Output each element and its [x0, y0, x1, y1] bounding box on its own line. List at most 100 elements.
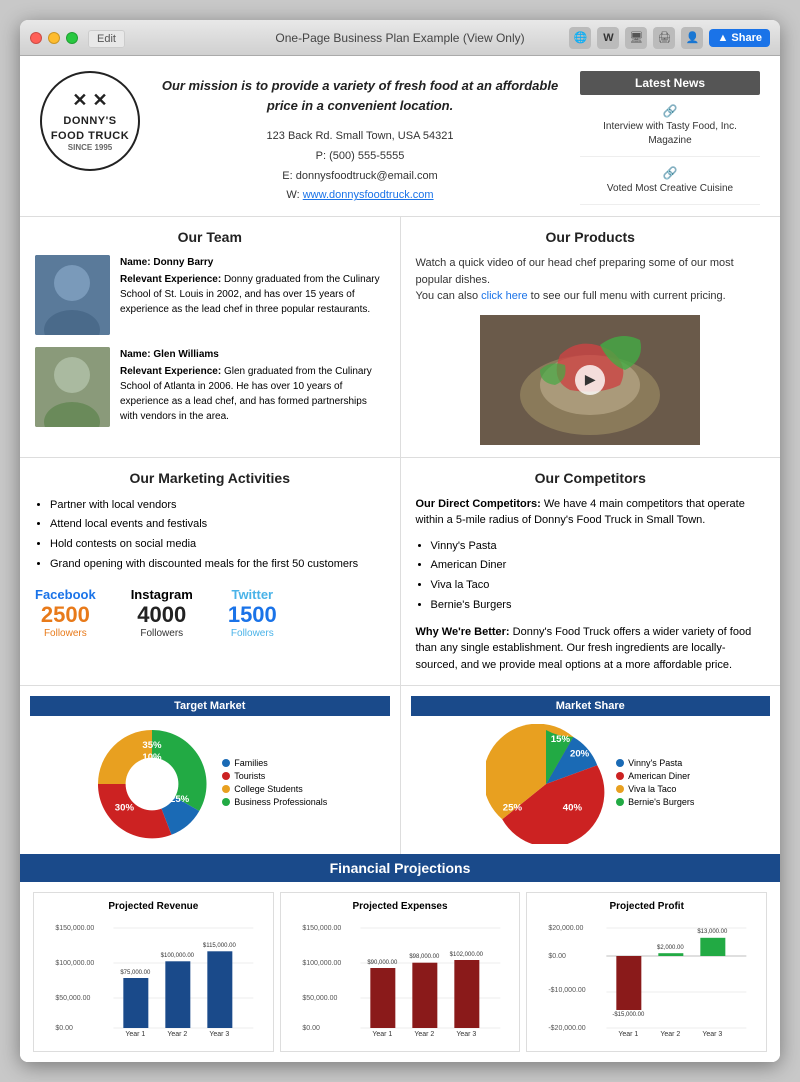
titlebar: Edit One-Page Business Plan Example (Vie…: [20, 20, 780, 56]
company-logo: ✕ ✕ DONNY'SFOOD TRUCK SINCE 1995: [40, 71, 140, 171]
app-window: Edit One-Page Business Plan Example (Vie…: [20, 20, 780, 1062]
legend-dot-families: [222, 759, 230, 767]
exp-label-2: Relevant Experience:: [120, 366, 221, 377]
svg-text:$90,000.00: $90,000.00: [367, 960, 398, 966]
svg-text:Year 2: Year 2: [414, 1031, 434, 1038]
monitor-icon[interactable]: 🖥: [625, 27, 647, 49]
w-icon[interactable]: W: [597, 27, 619, 49]
svg-text:$13,000.00: $13,000.00: [698, 929, 729, 935]
twitter-stats: Twitter 1500 Followers: [228, 587, 277, 639]
svg-text:$100,000.00: $100,000.00: [161, 953, 195, 959]
profit-bar-chart: $20,000.00 $0.00 -$10,000.00 -$20,000.00…: [535, 920, 758, 1040]
legend-label-tourists: Tourists: [234, 771, 265, 781]
legend-label-bizprof: Business Professionals: [234, 797, 327, 807]
person-icon[interactable]: 👤: [681, 27, 703, 49]
video-thumbnail[interactable]: ▶: [480, 315, 700, 445]
revenue-chart: Projected Revenue $150,000.00 $100,000.0…: [33, 892, 274, 1052]
legend-tourists: Tourists: [222, 771, 327, 781]
svg-text:Year 2: Year 2: [167, 1031, 187, 1038]
svg-text:$2,000.00: $2,000.00: [657, 945, 684, 951]
window-title: One-Page Business Plan Example (View Onl…: [275, 31, 524, 45]
legend-dot-tourists: [222, 772, 230, 780]
link-icon-2: 🔗: [585, 165, 755, 182]
news-text-2: Voted Most Creative Cuisine: [585, 182, 755, 196]
page-content: ✕ ✕ DONNY'SFOOD TRUCK SINCE 1995 Our mis…: [20, 56, 780, 1062]
svg-text:$0.00: $0.00: [55, 1025, 73, 1032]
legend-dot-bizprof: [222, 798, 230, 806]
svg-text:10%: 10%: [143, 752, 163, 763]
legend-college: College Students: [222, 784, 327, 794]
phone: P: (500) 555-5555: [160, 147, 560, 167]
news-item-1: 🔗 Interview with Tasty Food, Inc. Magazi…: [580, 95, 760, 157]
edit-button[interactable]: Edit: [88, 30, 125, 48]
svg-text:Year 3: Year 3: [209, 1031, 229, 1038]
competitors-list: Vinny's Pasta American Diner Viva la Tac…: [416, 537, 766, 616]
instagram-label: Instagram: [131, 587, 193, 602]
close-button[interactable]: [30, 32, 42, 44]
news-item-2: 🔗 Voted Most Creative Cuisine: [580, 157, 760, 205]
menu-link[interactable]: click here: [481, 290, 527, 302]
activity-4: Grand opening with discounted meals for …: [50, 555, 385, 575]
activity-1: Partner with local vendors: [50, 496, 385, 516]
activity-3: Hold contests on social media: [50, 535, 385, 555]
svg-text:$75,000.00: $75,000.00: [120, 970, 151, 976]
svg-text:Year 3: Year 3: [456, 1031, 476, 1038]
social-stats: Facebook 2500 Followers Instagram 4000 F…: [35, 587, 385, 639]
team-member-1: Name: Donny Barry Relevant Experience: D…: [35, 255, 385, 335]
legend-label-families: Families: [234, 758, 268, 768]
competitor-4: Bernie's Burgers: [431, 596, 766, 616]
svg-text:$115,000.00: $115,000.00: [203, 943, 237, 949]
competitor-2: American Diner: [431, 556, 766, 576]
logo-since: SINCE 1995: [68, 143, 112, 153]
svg-text:20%: 20%: [570, 749, 590, 760]
svg-text:$20,000.00: $20,000.00: [549, 925, 584, 932]
marketing-section: Our Marketing Activities Partner with lo…: [20, 458, 401, 686]
twitter-count: 1500: [228, 602, 277, 628]
member-photo-2: [35, 347, 110, 427]
contact-info: 123 Back Rd. Small Town, USA 54321 P: (5…: [160, 127, 560, 206]
member-name-2: Name: Glen Williams: [120, 347, 385, 362]
legend-label-amdiner: American Diner: [628, 771, 690, 781]
globe-icon[interactable]: 🌐: [569, 27, 591, 49]
legend-amdiner: American Diner: [616, 771, 694, 781]
share-button[interactable]: ▲ Share: [709, 29, 770, 47]
svg-text:$98,000.00: $98,000.00: [409, 954, 440, 960]
facebook-followers-label: Followers: [35, 628, 96, 639]
team-member-2: Name: Glen Williams Relevant Experience:…: [35, 347, 385, 427]
member-exp-1: Relevant Experience: Donny graduated fro…: [120, 272, 385, 317]
legend-label-viva: Viva la Taco: [628, 784, 676, 794]
profit-chart: Projected Profit $20,000.00 $0.00 -$10,0…: [526, 892, 767, 1052]
instagram-count: 4000: [131, 602, 193, 628]
svg-text:$50,000.00: $50,000.00: [302, 995, 337, 1002]
svg-text:$102,000.00: $102,000.00: [449, 952, 483, 958]
maximize-button[interactable]: [66, 32, 78, 44]
market-share-chart: Market Share 20% 40% 25% 15%: [401, 686, 781, 854]
marketing-activities-list: Partner with local vendors Attend local …: [35, 496, 385, 575]
products-title: Our Products: [416, 229, 766, 245]
svg-text:15%: 15%: [551, 734, 571, 745]
print-icon[interactable]: 🖨: [653, 27, 675, 49]
svg-text:$50,000.00: $50,000.00: [55, 995, 90, 1002]
facebook-label: Facebook: [35, 587, 96, 602]
play-button[interactable]: ▶: [575, 365, 605, 395]
expenses-chart: Projected Expenses $150,000.00 $100,000.…: [280, 892, 521, 1052]
svg-text:$150,000.00: $150,000.00: [302, 925, 341, 932]
svg-text:35%: 35%: [143, 740, 163, 751]
svg-text:Year 3: Year 3: [703, 1031, 723, 1038]
minimize-button[interactable]: [48, 32, 60, 44]
website-link[interactable]: www.donnysfoodtruck.com: [303, 189, 434, 201]
expenses-title: Projected Expenses: [289, 901, 512, 912]
svg-text:30%: 30%: [115, 803, 135, 814]
svg-text:$150,000.00: $150,000.00: [55, 925, 94, 932]
legend-dot-amdiner: [616, 772, 624, 780]
window-controls: [30, 32, 78, 44]
products-section: Our Products Watch a quick video of our …: [401, 217, 781, 457]
market-share-legend: Vinny's Pasta American Diner Viva la Tac…: [616, 758, 694, 810]
competitors-intro-label: Our Direct Competitors:: [416, 498, 541, 510]
header-section: ✕ ✕ DONNY'SFOOD TRUCK SINCE 1995 Our mis…: [20, 56, 780, 216]
instagram-stats: Instagram 4000 Followers: [131, 587, 193, 639]
logo-icon: ✕ ✕: [72, 89, 107, 112]
legend-dot-college: [222, 785, 230, 793]
target-market-pie: 10% 25% 30% 35%: [92, 724, 212, 844]
activity-2: Attend local events and festivals: [50, 515, 385, 535]
